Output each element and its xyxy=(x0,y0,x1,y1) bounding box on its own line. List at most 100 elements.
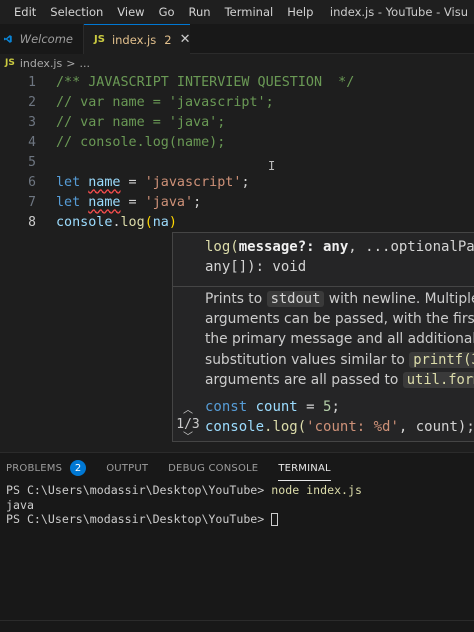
code-text: let name = 'javascript'; xyxy=(56,175,250,190)
menu-terminal[interactable]: Terminal xyxy=(218,5,281,19)
tab-output-label: OUTPUT xyxy=(106,462,149,474)
code-editor[interactable]: 1 /** JAVASCRIPT INTERVIEW QUESTION */ 2… xyxy=(0,72,474,452)
mouse-ibeam-icon: I xyxy=(268,159,276,173)
line-number: 8 xyxy=(28,214,36,230)
menu-view[interactable]: View xyxy=(110,5,151,19)
doc-text: arguments are all passed to xyxy=(205,371,403,388)
code-line: 3 // var name = 'java'; xyxy=(0,112,474,132)
editor-tab-bar: Welcome JS index.js 2 ✕ xyxy=(0,24,474,54)
example-line: console.log('count: %d', count); xyxy=(205,419,474,435)
tab-output[interactable]: OUTPUT xyxy=(100,453,154,483)
tab-index-js[interactable]: JS index.js 2 ✕ xyxy=(84,24,190,54)
variable-token: count xyxy=(247,399,298,415)
semicolon-token: ; xyxy=(241,174,250,190)
code-text: // console.log(name); xyxy=(56,134,226,150)
signature-function: log( xyxy=(205,239,239,255)
close-icon[interactable]: ✕ xyxy=(180,32,191,47)
menu-help[interactable]: Help xyxy=(280,5,320,19)
tab-welcome-label: Welcome xyxy=(19,32,73,46)
code-line: 7 let name = 'java'; xyxy=(0,192,474,212)
tab-welcome[interactable]: Welcome xyxy=(0,24,84,54)
terminal[interactable]: PS C:\Users\modassir\Desktop\YouTube> no… xyxy=(6,483,362,527)
doc-code: util.format xyxy=(402,371,474,388)
chevron-right-icon: > xyxy=(66,56,76,70)
terminal-command: node index.js xyxy=(271,483,362,497)
window-title: index.js - YouTube - Visu xyxy=(329,5,468,19)
tab-problems[interactable]: PROBLEMS 2 xyxy=(0,453,92,483)
divider xyxy=(173,286,474,287)
variable-token-error: name xyxy=(88,174,121,190)
doc-line: Prints to stdout with newline. Multiple xyxy=(205,289,474,309)
function-token: log xyxy=(120,214,145,230)
tab-debug-console-label: DEBUG CONSOLE xyxy=(168,462,259,474)
variable-token-error: name xyxy=(88,194,121,210)
tab-problems-label: PROBLEMS xyxy=(6,462,63,474)
signature-rest: , ...optionalParams: xyxy=(348,239,474,255)
code-text: // var name = 'javascript'; xyxy=(56,94,274,110)
tab-terminal[interactable]: TERMINAL xyxy=(272,453,336,483)
argument-token: na xyxy=(152,214,169,230)
line-number: 6 xyxy=(28,174,36,190)
doc-text: Prints to xyxy=(205,291,267,307)
line-number: 4 xyxy=(28,134,36,150)
doc-text: substitution values similar to xyxy=(205,351,410,368)
terminal-line: PS C:\Users\modassir\Desktop\YouTube> no… xyxy=(6,483,362,498)
menu-bar: Edit Selection View Go Run Terminal Help… xyxy=(0,0,474,24)
line-number: 7 xyxy=(28,194,36,210)
menu-edit[interactable]: Edit xyxy=(7,5,43,19)
operator-token: = xyxy=(120,194,145,210)
code-text: // var name = 'java'; xyxy=(56,114,226,130)
operator-token: = xyxy=(297,399,324,415)
code-line-current: 8 console.log(na) xyxy=(0,212,474,232)
example-line: const count = 5; xyxy=(205,399,340,415)
breadcrumb: JS index.js > ... xyxy=(0,54,474,72)
code-text: /** JAVASCRIPT INTERVIEW QUESTION */ xyxy=(56,74,355,90)
doc-line: substitution values similar to printf(3) xyxy=(205,350,474,370)
string-token: 'java' xyxy=(144,194,194,210)
code-line: 6 let name = 'javascript'; xyxy=(0,172,474,192)
breadcrumb-file[interactable]: index.js xyxy=(20,57,62,70)
function-token: .log( xyxy=(264,419,307,435)
tab-index-js-label: index.js xyxy=(111,32,157,47)
code-line: 1 /** JAVASCRIPT INTERVIEW QUESTION */ xyxy=(0,72,474,92)
panel-tabs: PROBLEMS 2 OUTPUT DEBUG CONSOLE TERMINAL xyxy=(0,453,474,483)
javascript-file-icon: JS xyxy=(94,34,105,45)
status-bar xyxy=(0,620,474,632)
paren-close-token: ) xyxy=(168,214,177,230)
overload-counter: 1/3 xyxy=(176,417,200,432)
semicolon-token: ; xyxy=(331,399,340,415)
terminal-prompt: PS C:\Users\modassir\Desktop\YouTube> xyxy=(6,512,272,526)
operator-token: = xyxy=(120,174,145,190)
dot-token: . xyxy=(112,214,121,230)
line-number: 1 xyxy=(28,74,36,90)
menu-go[interactable]: Go xyxy=(152,5,182,19)
semicolon-token: ; xyxy=(193,194,202,210)
paren-open-token: ( xyxy=(144,214,153,230)
code-line: 5 xyxy=(0,152,474,172)
doc-line: arguments are all passed to util.format xyxy=(205,370,474,390)
problems-count-badge: 2 xyxy=(70,460,87,476)
terminal-output: java xyxy=(6,497,34,512)
javascript-file-icon: JS xyxy=(5,58,15,68)
tab-debug-console[interactable]: DEBUG CONSOLE xyxy=(162,453,264,483)
breadcrumb-more[interactable]: ... xyxy=(79,57,90,70)
line-number: 3 xyxy=(28,114,36,130)
chevron-down-icon[interactable]: ﹀ xyxy=(176,432,200,441)
tab-problem-count: 2 xyxy=(164,32,172,47)
code-line: 2 // var name = 'javascript'; xyxy=(0,92,474,112)
menu-run[interactable]: Run xyxy=(182,5,218,19)
signature-line: log(message?: any, ...optionalParams: xyxy=(205,239,474,255)
chevron-up-icon[interactable]: ︿ xyxy=(176,405,200,417)
keyword-token: let xyxy=(56,174,81,190)
argument-token: , count); xyxy=(398,419,474,435)
signature-documentation: Prints to stdout with newline. Multiple … xyxy=(205,289,474,390)
signature-help-popup: log(message?: any, ...optionalParams: an… xyxy=(172,232,474,442)
doc-code: stdout xyxy=(266,291,325,307)
menu-selection[interactable]: Selection xyxy=(43,5,110,19)
signature-active-param: message?: any xyxy=(238,239,349,255)
overload-navigator[interactable]: ︿ 1/3 ﹀ xyxy=(176,405,200,441)
doc-code: printf(3) xyxy=(409,351,474,368)
line-number: 2 xyxy=(28,94,36,110)
signature-line-2: any[]): void xyxy=(205,259,307,275)
keyword-token: const xyxy=(205,399,248,415)
